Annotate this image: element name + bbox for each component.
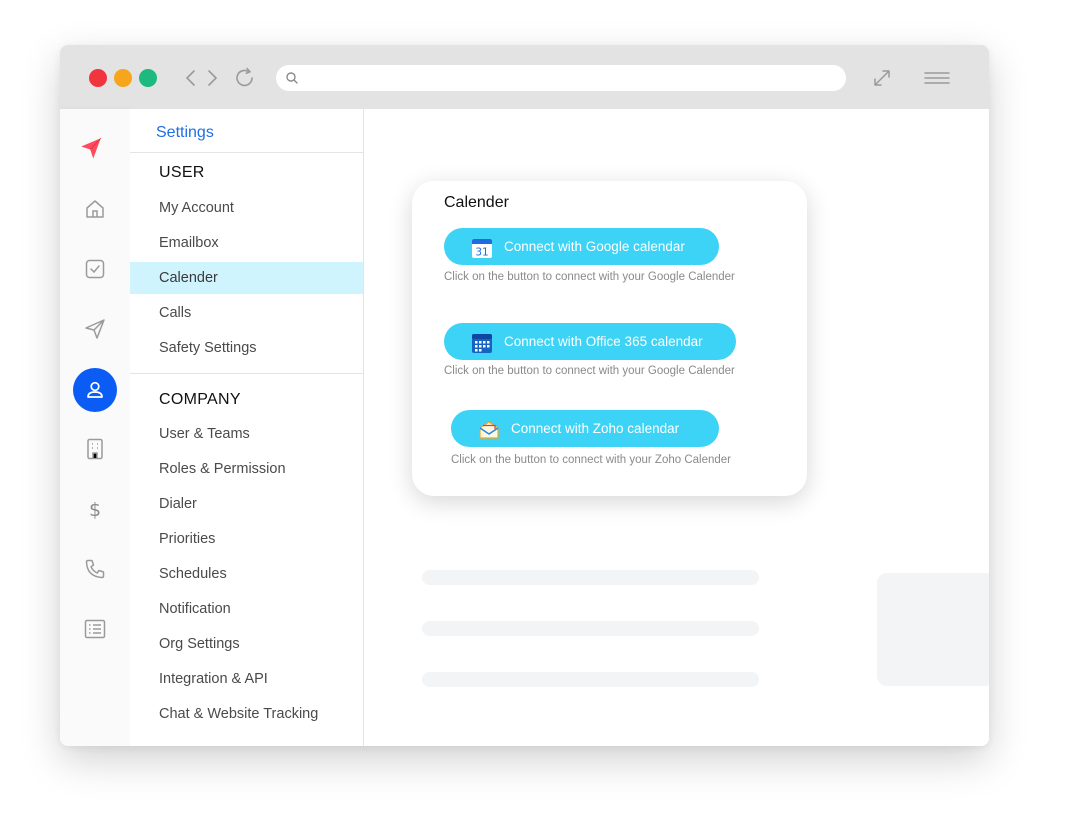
maximize-window-button[interactable] [139, 69, 157, 87]
list-icon[interactable] [83, 617, 107, 641]
menu-item-safety-settings[interactable]: Safety Settings [130, 332, 363, 364]
google-calendar-icon: 31 [471, 236, 493, 259]
connect-office365-label: Connect with Office 365 calendar [504, 334, 703, 349]
section-heading-user: USER [159, 164, 205, 181]
svg-text:$: $ [89, 499, 101, 521]
menu-item-org-settings[interactable]: Org Settings [130, 628, 363, 660]
divider [130, 152, 363, 153]
icon-sidebar: $ [60, 109, 130, 746]
tasks-icon[interactable] [83, 257, 107, 281]
building-icon[interactable] [83, 437, 107, 461]
home-icon[interactable] [83, 197, 107, 221]
menu-item-roles-permission[interactable]: Roles & Permission [130, 453, 363, 485]
expand-icon[interactable] [869, 65, 895, 91]
card-title: Calender [444, 194, 509, 211]
search-icon [285, 71, 299, 85]
main-content: Calender 31 Connect with Google calendar… [364, 109, 989, 746]
hamburger-menu-icon[interactable] [922, 65, 952, 91]
connect-google-label: Connect with Google calendar [504, 239, 685, 254]
section-heading-company: COMPANY [159, 391, 241, 408]
skeleton-line [422, 672, 759, 687]
divider [130, 373, 363, 374]
google-hint-text: Click on the button to connect with your… [444, 271, 735, 283]
send-icon[interactable] [83, 317, 107, 341]
menu-item-chat-website-tracking[interactable]: Chat & Website Tracking [130, 698, 363, 730]
connect-google-calendar-button[interactable]: 31 Connect with Google calendar [444, 228, 719, 265]
user-profile-icon[interactable] [73, 368, 117, 412]
office-hint-text: Click on the button to connect with your… [444, 365, 735, 377]
phone-icon[interactable] [83, 557, 107, 581]
connect-office365-calendar-button[interactable]: Connect with Office 365 calendar [444, 323, 736, 360]
reload-icon[interactable] [232, 65, 258, 91]
menu-item-integration-api[interactable]: Integration & API [130, 663, 363, 695]
skeleton-line [422, 570, 759, 585]
address-bar[interactable] [276, 65, 846, 91]
menu-item-notification[interactable]: Notification [130, 593, 363, 625]
menu-item-my-account[interactable]: My Account [130, 192, 363, 224]
skeleton-thumbnail [877, 573, 989, 686]
zoho-hint-text: Click on the button to connect with your… [451, 454, 731, 466]
dollar-icon[interactable]: $ [83, 497, 107, 521]
settings-sidebar: Settings USER My Account Emailbox Calend… [130, 109, 364, 746]
minimize-window-button[interactable] [114, 69, 132, 87]
connect-zoho-label: Connect with Zoho calendar [511, 421, 680, 436]
zoho-mail-icon [478, 418, 500, 440]
calendar-connect-card: Calender 31 Connect with Google calendar… [412, 181, 807, 496]
brand-logo-icon[interactable] [79, 136, 111, 168]
office-calendar-icon [471, 331, 493, 353]
close-window-button[interactable] [89, 69, 107, 87]
forward-icon[interactable] [200, 65, 226, 91]
settings-title: Settings [156, 124, 214, 141]
menu-item-priorities[interactable]: Priorities [130, 523, 363, 555]
browser-titlebar [60, 45, 989, 109]
connect-zoho-calendar-button[interactable]: Connect with Zoho calendar [451, 410, 719, 447]
menu-item-dialer[interactable]: Dialer [130, 488, 363, 520]
menu-item-schedules[interactable]: Schedules [130, 558, 363, 590]
menu-item-user-teams[interactable]: User & Teams [130, 418, 363, 450]
menu-item-calls[interactable]: Calls [130, 297, 363, 329]
skeleton-line [422, 621, 759, 636]
google-calendar-icon-number: 31 [475, 247, 488, 259]
menu-item-emailbox[interactable]: Emailbox [130, 227, 363, 259]
browser-window: $ Settings USER My Account Emailbox Cale… [60, 45, 989, 746]
menu-item-calender[interactable]: Calender [130, 262, 363, 294]
